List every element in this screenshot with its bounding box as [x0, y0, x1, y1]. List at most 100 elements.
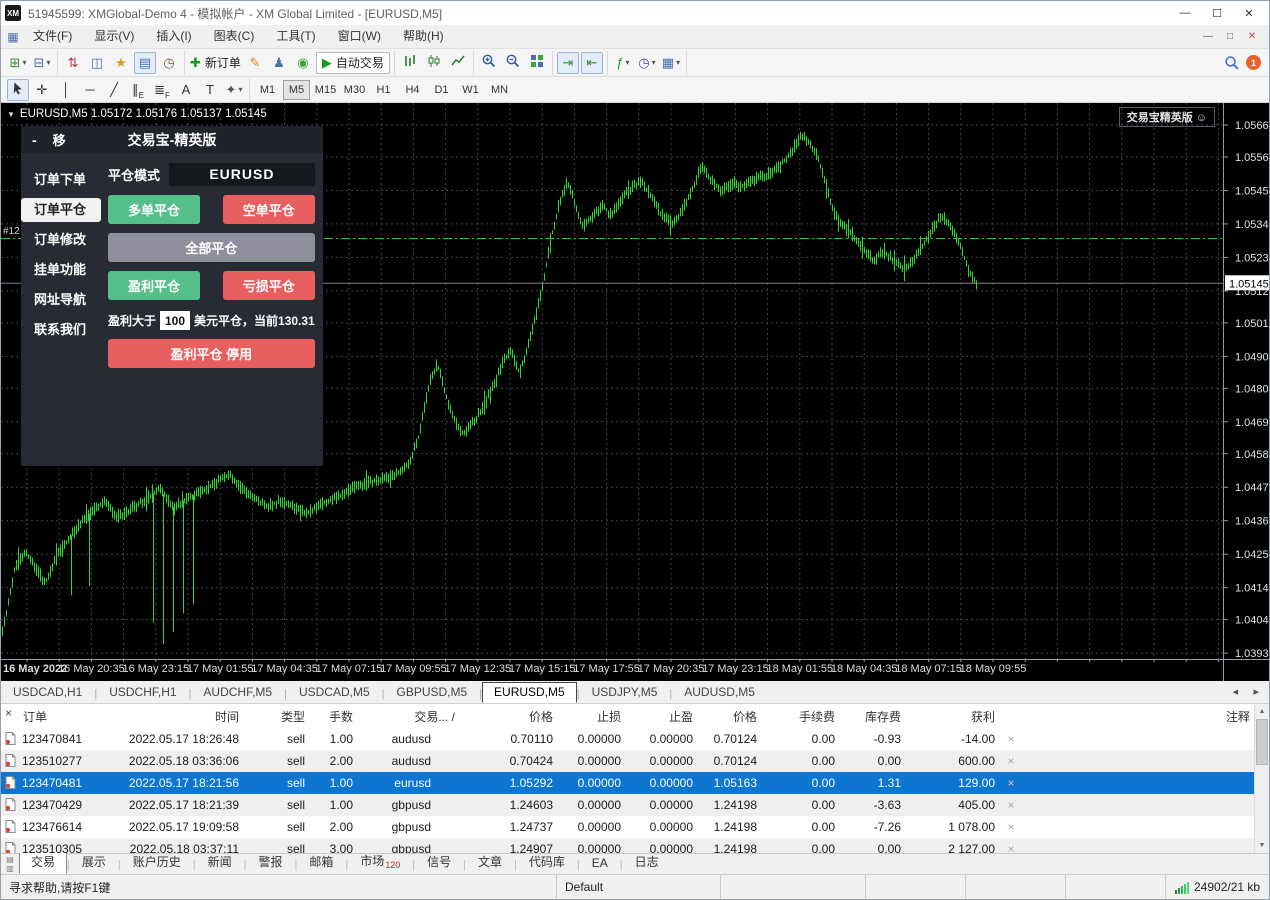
navigator-button[interactable]: ★: [110, 52, 132, 74]
menu-item-插入[interactable]: 插入(I): [145, 29, 202, 43]
terminal-tab-邮箱[interactable]: 邮箱: [297, 851, 345, 874]
panel-nav-网址导航[interactable]: 网址导航: [21, 288, 101, 312]
terminal-button[interactable]: ▤: [134, 52, 156, 74]
indicators-button[interactable]: ƒ▾: [612, 52, 634, 74]
order-row-123510277[interactable]: 1235102772022.05.18 03:36:06sell2.00audu…: [1, 750, 1256, 772]
order-row-123470429[interactable]: 1234704292022.05.17 18:21:39sell1.00gbpu…: [1, 794, 1256, 816]
chart-tab-audusd-m5[interactable]: AUDUSD,M5: [672, 682, 767, 703]
timeframe-d1[interactable]: D1: [428, 80, 455, 100]
market-watch-button[interactable]: ⇅: [62, 52, 84, 74]
close-order-icon[interactable]: ×: [1001, 816, 1023, 838]
column-header-订单[interactable]: 订单: [1, 704, 107, 728]
text-label-button[interactable]: T: [199, 79, 221, 101]
close-mode-symbol[interactable]: EURUSD: [169, 163, 315, 186]
column-header-手续费[interactable]: 手续费: [763, 704, 841, 728]
chart-tab-usdcad-h1[interactable]: USDCAD,H1: [1, 682, 94, 703]
autotrading-button[interactable]: ▶自动交易: [316, 52, 390, 74]
tabs-scroll-left-button[interactable]: ◂: [1227, 686, 1245, 698]
column-header-手数[interactable]: 手数: [311, 704, 359, 728]
scrollbar-thumb[interactable]: [1256, 719, 1268, 765]
column-header-价格[interactable]: 价格: [461, 704, 559, 728]
terminal-tab-警报[interactable]: 警报: [247, 851, 295, 874]
dock-top-icon[interactable]: ▤: [6, 855, 14, 864]
chart-profiles-button[interactable]: ⊟▾: [31, 52, 53, 74]
close-short-button[interactable]: 空单平仓: [223, 195, 315, 224]
child-minimize-button[interactable]: —: [1197, 31, 1219, 42]
close-order-icon[interactable]: ×: [1001, 838, 1023, 853]
templates-button[interactable]: ▦▾: [660, 52, 682, 74]
chart-shift-button[interactable]: ⇤: [581, 52, 603, 74]
terminal-tab-代码库[interactable]: 代码库: [517, 851, 577, 874]
crosshair-button[interactable]: ✛: [31, 79, 53, 101]
window-maximize-button[interactable]: ☐: [1201, 7, 1233, 20]
arrow-objects-dropdown-icon[interactable]: ▾: [238, 85, 242, 94]
column-header-价格[interactable]: 价格: [699, 704, 763, 728]
panel-move-button[interactable]: 移: [53, 130, 66, 149]
chart-tab-usdjpy-m5[interactable]: USDJPY,M5: [580, 682, 670, 703]
chart-tab-usdchf-h1[interactable]: USDCHF,H1: [97, 682, 188, 703]
child-close-button[interactable]: ✕: [1241, 31, 1263, 42]
zoom-out-button[interactable]: [502, 52, 524, 74]
orders-scrollbar[interactable]: ▲ ▼: [1254, 704, 1269, 853]
periods-dropdown-icon[interactable]: ▾: [652, 58, 656, 67]
auto-scroll-button[interactable]: ⇥: [557, 52, 579, 74]
timeframe-m5[interactable]: M5: [283, 80, 310, 100]
window-close-button[interactable]: ✕: [1233, 7, 1265, 20]
window-minimize-button[interactable]: —: [1169, 7, 1201, 20]
terminal-tab-文章[interactable]: 文章: [466, 851, 514, 874]
zoom-in-button[interactable]: [478, 52, 500, 74]
column-header-交易... /[interactable]: 交易... /: [359, 704, 461, 728]
chart-profiles-dropdown-icon[interactable]: ▾: [46, 58, 50, 67]
column-header-获利[interactable]: 获利: [907, 704, 1001, 728]
scroll-up-icon[interactable]: ▲: [1255, 704, 1269, 719]
column-header-止盈[interactable]: 止盈: [627, 704, 699, 728]
trend-line-button[interactable]: ╱: [103, 79, 125, 101]
strategy-tester-button[interactable]: ◷: [158, 52, 180, 74]
timeframe-m30[interactable]: M30: [341, 80, 368, 100]
expert-advisors-button[interactable]: ♟: [268, 52, 290, 74]
chart-tab-audchf-m5[interactable]: AUDCHF,M5: [191, 682, 284, 703]
tile-windows-button[interactable]: [526, 52, 548, 74]
vertical-line-button[interactable]: │: [55, 79, 77, 101]
panel-nav-订单下单[interactable]: 订单下单: [21, 168, 101, 192]
scripts-button[interactable]: ✎: [244, 52, 266, 74]
status-profile[interactable]: Default: [557, 875, 721, 899]
arrow-objects-button[interactable]: ✦▾: [223, 79, 245, 101]
close-profit-button[interactable]: 盈利平仓: [108, 271, 200, 300]
periods-button[interactable]: ◷▾: [636, 52, 658, 74]
profit-threshold-input[interactable]: [160, 311, 190, 330]
order-row-123510305[interactable]: 1235103052022.05.18 03:37:11sell3.00gbpu…: [1, 838, 1256, 853]
dock-bottom-icon[interactable]: ▥: [6, 864, 14, 873]
data-window-button[interactable]: ◫: [86, 52, 108, 74]
profit-close-disable-button[interactable]: 盈利平仓 停用: [108, 339, 315, 368]
timeframe-h1[interactable]: H1: [370, 80, 397, 100]
panel-nav-订单修改[interactable]: 订单修改: [21, 228, 101, 252]
terminal-tab-账户历史[interactable]: 账户历史: [121, 851, 193, 874]
terminal-tab-市场[interactable]: 市场120: [348, 850, 412, 874]
fibonacci-button[interactable]: ≣F: [151, 79, 173, 101]
close-long-button[interactable]: 多单平仓: [108, 195, 200, 224]
timeframe-m15[interactable]: M15: [312, 80, 339, 100]
terminal-close-button[interactable]: ×: [5, 706, 12, 720]
terminal-tab-日志[interactable]: 日志: [623, 851, 671, 874]
new-chart-dropdown-icon[interactable]: ▾: [22, 58, 26, 67]
line-chart-button[interactable]: [447, 52, 469, 74]
equidistant-channel-button[interactable]: ∥E: [127, 79, 149, 101]
timeframe-mn[interactable]: MN: [486, 80, 513, 100]
menu-item-图表[interactable]: 图表(C): [203, 29, 266, 43]
timeframe-w1[interactable]: W1: [457, 80, 484, 100]
close-order-icon[interactable]: ×: [1001, 750, 1023, 772]
cursor-button[interactable]: [7, 79, 29, 101]
new-chart-button[interactable]: ⊞▾: [7, 52, 29, 74]
horizontal-line-button[interactable]: ─: [79, 79, 101, 101]
chart-tab-usdcad-m5[interactable]: USDCAD,M5: [287, 682, 382, 703]
close-order-icon[interactable]: ×: [1001, 728, 1023, 750]
timeframe-m1[interactable]: M1: [254, 80, 281, 100]
panel-nav-挂单功能[interactable]: 挂单功能: [21, 258, 101, 282]
close-loss-button[interactable]: 亏损平仓: [223, 271, 315, 300]
close-order-icon[interactable]: ×: [1001, 794, 1023, 816]
community-button[interactable]: ◉: [292, 52, 314, 74]
terminal-tab-交易[interactable]: 交易: [19, 851, 67, 874]
candlestick-chart-button[interactable]: [423, 52, 445, 74]
bar-chart-button[interactable]: [399, 52, 421, 74]
